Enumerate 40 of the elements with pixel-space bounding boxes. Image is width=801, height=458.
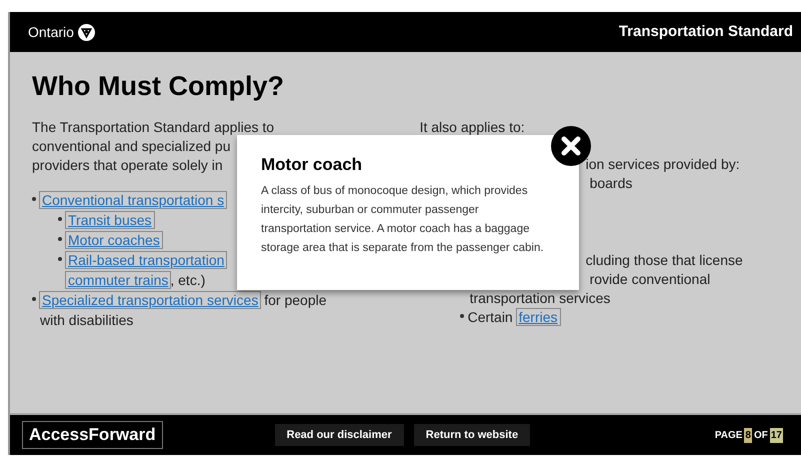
bullet-icon [32, 297, 36, 301]
glossary-link[interactable]: commuter trains [66, 272, 170, 288]
list-item-text: Certain ferries [468, 308, 560, 327]
bullet-icon [58, 237, 62, 241]
current-page-number: 8 [744, 428, 752, 442]
intro-text: conventional and specialized pu [32, 137, 230, 156]
intro-text: providers that operate solely in [32, 156, 223, 175]
bullet-icon [58, 217, 62, 221]
list-item-text: rovide conventional [590, 270, 710, 289]
list-item-text: ion services provided by: [586, 155, 740, 174]
close-icon [561, 136, 581, 156]
glossary-link[interactable]: Transit buses [66, 212, 154, 228]
footer-button[interactable]: Return to website [414, 424, 530, 446]
list-item-text: cluding those that license [586, 251, 743, 270]
footer-logo: AccessForward [22, 421, 163, 449]
list-item-text: transportation services [470, 289, 610, 308]
glossary-link[interactable]: Specialized transportation services [40, 292, 260, 308]
list-item-text: commuter trains, etc.) [66, 271, 206, 290]
popup-title: Motor coach [261, 154, 364, 176]
list-item-text: boards [590, 174, 632, 193]
bullet-icon [58, 257, 62, 261]
footer-button[interactable]: Read our disclaimer [274, 424, 404, 446]
list-item-text: with disabilities [40, 311, 134, 330]
glossary-link[interactable]: Rail-based transportation [66, 252, 226, 268]
bullet-icon [460, 314, 464, 318]
list-item-text: Specialized transportation services for people [40, 291, 327, 310]
total-pages-number: 17 [770, 428, 783, 442]
brand-name: Ontario [28, 22, 74, 42]
intro-text: It also applies to: [420, 118, 525, 137]
slide-heading: Who Must Comply? [32, 70, 285, 103]
glossary-link[interactable]: ferries [516, 309, 560, 325]
bullet-icon [32, 197, 36, 201]
glossary-link[interactable]: Motor coaches [66, 232, 162, 248]
intro-text: The Transportation Standard applies to [32, 118, 274, 137]
trillium-logo-icon [78, 24, 95, 40]
course-title: Transportation Standard [618, 22, 793, 42]
glossary-link[interactable]: Conventional transportation s [40, 192, 226, 208]
page-of-label: OF [754, 428, 768, 442]
page-label: PAGE [714, 428, 742, 442]
popup-text: A class of bus of monocoque design, which provides intercity, suburban or commuter passenger transportation service. A motor coach has a baggage storage area that is separate from the passenger cabin. [261, 184, 545, 256]
